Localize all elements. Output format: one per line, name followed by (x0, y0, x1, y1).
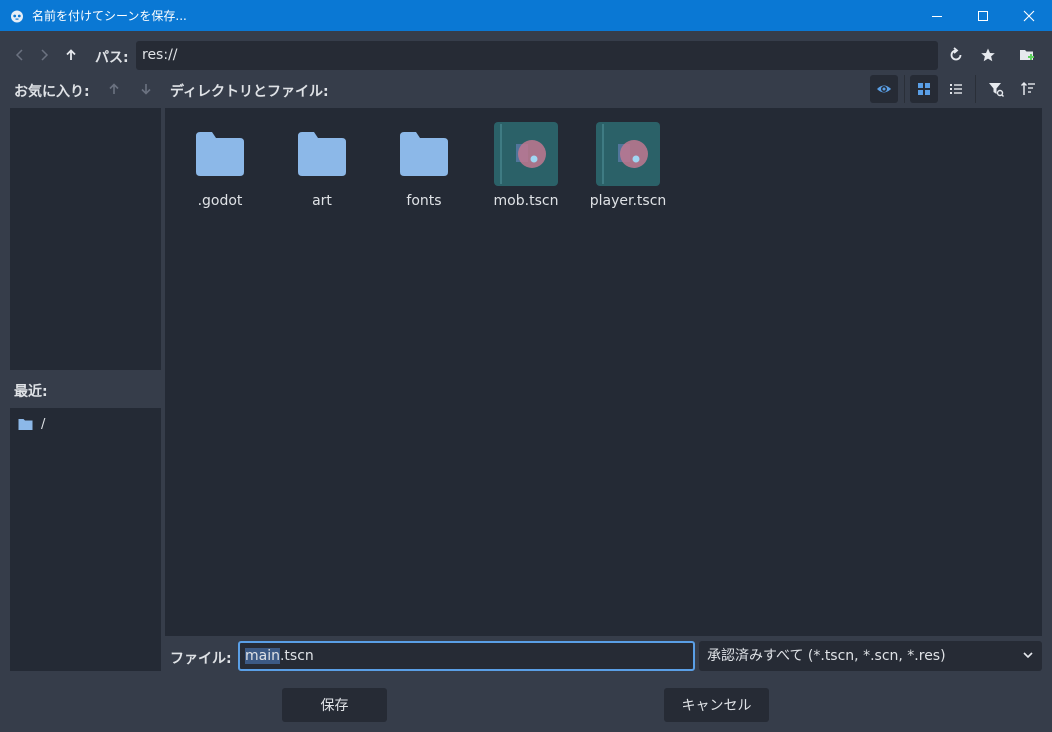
folder-icon (18, 418, 33, 431)
file-name: fonts (406, 193, 442, 209)
list-view-toggle[interactable] (944, 77, 968, 101)
forward-icon (37, 48, 51, 62)
eye-icon (876, 81, 892, 97)
file-item[interactable]: .godot (172, 108, 268, 209)
move-up-icon (107, 82, 121, 96)
file-label: ファイル: (170, 651, 232, 667)
favorite-move-down-button[interactable] (134, 77, 158, 101)
scene-icon (596, 122, 660, 186)
favorites-label: お気に入り: (14, 84, 90, 100)
new-folder-button[interactable] (1015, 43, 1039, 67)
refresh-icon (948, 47, 964, 63)
save-button[interactable]: 保存 (282, 688, 387, 722)
favorite-move-up-button[interactable] (102, 77, 126, 101)
grid-view-toggle[interactable] (910, 75, 938, 103)
selected-text: main (245, 648, 280, 664)
scene-icon (494, 122, 558, 186)
toolbar-separator (904, 75, 905, 103)
filter-select[interactable]: 承認済みすべて (*.tscn, *.scn, *.res) (699, 641, 1042, 671)
folder-icon (392, 122, 456, 186)
file-item[interactable]: art (274, 108, 370, 209)
list-icon (949, 82, 963, 96)
path-input[interactable]: res:// (136, 41, 938, 70)
cancel-button[interactable]: キャンセル (664, 688, 769, 722)
file-name: player.tscn (589, 193, 667, 209)
file-grid[interactable]: .godot art fonts mob.tscn player.tscn (165, 108, 1042, 636)
close-icon (1023, 10, 1035, 22)
file-dialog: パス: res:// お気に入り: ディレクトリとファイル: 最近: / .go… (1, 31, 1051, 731)
sort-button[interactable] (1016, 77, 1040, 101)
path-label: パス: (95, 50, 129, 66)
godot-icon (10, 9, 24, 23)
back-button[interactable] (8, 43, 32, 67)
favorite-button[interactable] (976, 43, 1000, 67)
directories-label: ディレクトリとファイル: (170, 84, 329, 100)
maximize-button[interactable] (960, 0, 1006, 31)
recent-label: 最近: (14, 384, 48, 400)
maximize-icon (977, 10, 989, 22)
file-item[interactable]: mob.tscn (478, 108, 574, 209)
minimize-button[interactable] (914, 0, 960, 31)
sort-icon (1020, 81, 1036, 97)
go-up-button[interactable] (59, 43, 83, 67)
show-hidden-toggle[interactable] (870, 75, 898, 103)
forward-button[interactable] (32, 43, 56, 67)
file-name: mob.tscn (493, 193, 559, 209)
favorites-list[interactable] (10, 108, 161, 370)
window-title: 名前を付けてシーンを保存... (32, 9, 187, 23)
file-name: .godot (197, 193, 243, 209)
file-name-input[interactable]: main.tscn (238, 641, 695, 671)
filter-button[interactable] (984, 77, 1008, 101)
minimize-icon (931, 10, 943, 22)
move-down-icon (139, 82, 153, 96)
title-bar: 名前を付けてシーンを保存... (0, 0, 1052, 31)
filter-icon (988, 81, 1004, 97)
file-item[interactable]: fonts (376, 108, 472, 209)
grid-icon (917, 82, 931, 96)
refresh-button[interactable] (944, 43, 968, 67)
new-folder-icon (1019, 47, 1035, 63)
filter-value: 承認済みすべて (*.tscn, *.scn, *.res) (707, 648, 946, 664)
folder-icon (188, 122, 252, 186)
folder-icon (290, 122, 354, 186)
star-icon (980, 47, 996, 63)
back-icon (13, 48, 27, 62)
unselected-text: .tscn (279, 648, 314, 664)
recent-list[interactable] (10, 408, 161, 671)
up-icon (64, 48, 78, 62)
recent-item[interactable]: / (18, 417, 45, 432)
file-item[interactable]: player.tscn (580, 108, 676, 209)
recent-item-name: / (41, 417, 46, 432)
close-button[interactable] (1006, 0, 1052, 31)
file-name: art (312, 193, 332, 209)
toolbar-separator (975, 75, 976, 103)
chevron-down-icon (1022, 641, 1034, 671)
